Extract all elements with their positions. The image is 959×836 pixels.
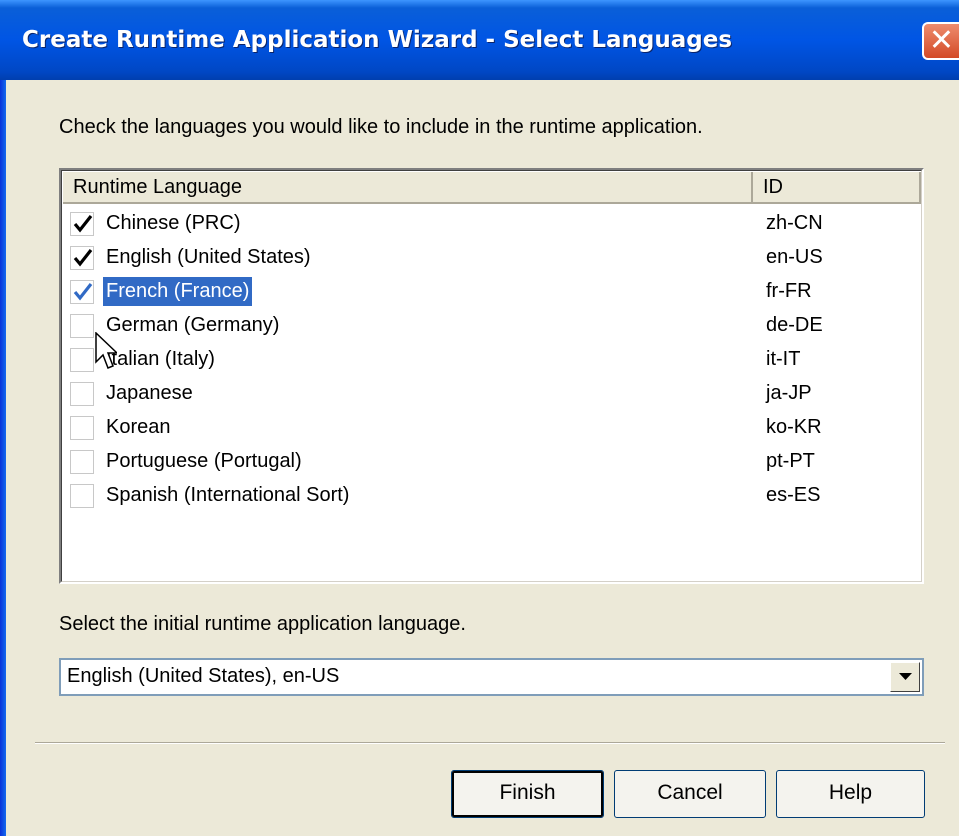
checkmark-icon xyxy=(73,283,93,301)
language-id: ja-JP xyxy=(766,382,812,404)
mouse-cursor-icon xyxy=(95,332,117,369)
title-bar[interactable]: Create Runtime Application Wizard - Sele… xyxy=(0,0,959,80)
language-row[interactable]: Italian (Italy) it-IT xyxy=(68,343,908,377)
close-button[interactable]: ✕ xyxy=(922,22,959,60)
language-row[interactable]: French (France) fr-FR xyxy=(68,275,908,309)
instructions-text: Check the languages you would like to in… xyxy=(59,116,703,138)
language-name: Spanish (International Sort) xyxy=(106,484,350,506)
language-name: French (France) xyxy=(103,277,253,306)
language-checkbox[interactable] xyxy=(70,450,94,474)
chevron-down-icon xyxy=(899,673,912,680)
language-name: English (United States) xyxy=(106,246,311,268)
language-row[interactable]: Spanish (International Sort) es-ES xyxy=(68,479,908,513)
initial-language-select[interactable]: English (United States), en-US xyxy=(59,658,924,696)
language-name: Portuguese (Portugal) xyxy=(106,450,302,472)
language-checkbox[interactable] xyxy=(70,280,94,304)
help-button[interactable]: Help xyxy=(776,770,925,818)
finish-button[interactable]: Finish xyxy=(451,770,604,818)
language-name: Chinese (PRC) xyxy=(106,212,241,234)
language-id: pt-PT xyxy=(766,450,815,472)
language-row[interactable]: Chinese (PRC) zh-CN xyxy=(68,207,908,241)
language-name: Korean xyxy=(106,416,171,438)
language-name: German (Germany) xyxy=(106,314,280,336)
language-name: Japanese xyxy=(106,382,193,404)
language-id: es-ES xyxy=(766,484,821,506)
language-row[interactable]: Korean ko-KR xyxy=(68,411,908,445)
checkmark-icon xyxy=(73,215,93,233)
window-title: Create Runtime Application Wizard - Sele… xyxy=(22,27,733,53)
dropdown-button[interactable] xyxy=(890,662,920,692)
language-id: zh-CN xyxy=(766,212,823,234)
initial-language-label: Select the initial runtime application l… xyxy=(59,613,466,635)
language-id: de-DE xyxy=(766,314,823,336)
language-id: en-US xyxy=(766,246,823,268)
language-checkbox[interactable] xyxy=(70,348,94,372)
close-icon: ✕ xyxy=(928,23,955,58)
language-checkbox[interactable] xyxy=(70,416,94,440)
column-header-runtime-language[interactable]: Runtime Language xyxy=(63,172,753,204)
initial-language-value: English (United States), en-US xyxy=(67,665,340,687)
language-checkbox[interactable] xyxy=(70,484,94,508)
divider xyxy=(35,742,945,744)
language-row[interactable]: German (Germany) de-DE xyxy=(68,309,908,343)
language-id: it-IT xyxy=(766,348,801,370)
checkmark-icon xyxy=(73,249,93,267)
language-row[interactable]: Japanese ja-JP xyxy=(68,377,908,411)
language-checkbox[interactable] xyxy=(70,246,94,270)
language-checkbox[interactable] xyxy=(70,212,94,236)
window-frame-left xyxy=(0,80,6,836)
language-name: Italian (Italy) xyxy=(106,348,215,370)
language-row[interactable]: Portuguese (Portugal) pt-PT xyxy=(68,445,908,479)
language-id: ko-KR xyxy=(766,416,822,438)
language-checkbox[interactable] xyxy=(70,382,94,406)
language-id: fr-FR xyxy=(766,280,812,302)
language-list-viewport: Runtime Language ID Chinese (PRC) zh-CN En… xyxy=(61,170,922,582)
column-header-id[interactable]: ID xyxy=(753,172,921,204)
language-list[interactable]: Runtime Language ID Chinese (PRC) zh-CN En… xyxy=(59,168,924,584)
language-row[interactable]: English (United States) en-US xyxy=(68,241,908,275)
language-checkbox[interactable] xyxy=(70,314,94,338)
cancel-button[interactable]: Cancel xyxy=(614,770,766,818)
